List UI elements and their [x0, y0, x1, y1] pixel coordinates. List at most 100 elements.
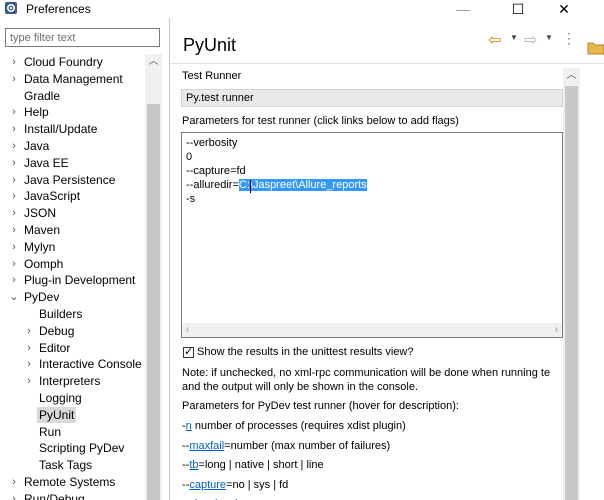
- tree-scrollbar-thumb[interactable]: [147, 104, 160, 500]
- collapsed-chevron-icon[interactable]: ›: [24, 356, 34, 372]
- collapsed-chevron-icon[interactable]: ›: [9, 172, 19, 188]
- show-results-label[interactable]: Show the results in the unittest results…: [197, 346, 413, 358]
- text-cursor-icon: [250, 180, 251, 193]
- tree-item-label: Mylyn: [24, 239, 56, 254]
- collapsed-chevron-icon[interactable]: ›: [9, 155, 19, 171]
- page-scrollbar[interactable]: ︿: [563, 68, 580, 500]
- tree-item-label: Java EE: [24, 155, 69, 170]
- tree-item-label: Java: [24, 139, 50, 153]
- flag-description: number of processes (requires xdist plug…: [191, 420, 406, 432]
- tree-item-label: Oomph: [24, 256, 64, 271]
- collapsed-chevron-icon[interactable]: ›: [9, 104, 19, 120]
- back-history-dropdown-icon[interactable]: ▼: [510, 33, 518, 42]
- tree-item-label: Remote Systems: [24, 475, 116, 489]
- tree-item-label: Run: [39, 424, 62, 439]
- collapsed-chevron-icon[interactable]: ›: [9, 54, 19, 70]
- scroll-up-icon[interactable]: ︿: [145, 54, 162, 70]
- params-horizontal-scrollbar[interactable]: ‹ ›: [182, 323, 562, 337]
- params-line: --capture=fd: [186, 165, 246, 177]
- note-line-2: and the output will only be shown in the…: [182, 381, 419, 393]
- flag-row: --tb=long | native | short | line: [182, 459, 324, 471]
- checkmark-icon: ✓: [184, 346, 194, 358]
- close-icon: ✕: [558, 1, 570, 17]
- eclipse-gear-icon: [5, 2, 17, 14]
- scroll-right-icon[interactable]: ›: [555, 323, 558, 337]
- selected-path-text[interactable]: C:\Jaspreet\Allure_reports: [238, 179, 367, 191]
- tree-item-label: Scripting PyDev: [39, 441, 125, 456]
- tree-item-label: Help: [24, 105, 49, 120]
- note-line-1: Note: if unchecked, no xml-rpc communica…: [182, 367, 551, 379]
- tree-item-label: Install/Update: [24, 122, 98, 137]
- minimize-button[interactable]: —: [440, 0, 486, 18]
- view-menu-icon[interactable]: ⋮: [562, 30, 576, 47]
- collapsed-chevron-icon[interactable]: ›: [24, 323, 34, 339]
- close-button[interactable]: ✕: [541, 0, 587, 18]
- tree-item-label: Debug: [39, 323, 75, 338]
- back-arrow-icon[interactable]: ⇦: [488, 30, 501, 50]
- tree-item-label: PyUnit: [37, 406, 77, 423]
- alluredir-flag: --alluredir=: [186, 179, 239, 191]
- page-title: PyUnit: [183, 35, 237, 55]
- show-results-checkbox[interactable]: ✓: [183, 346, 194, 358]
- title-bar: Preferences — ☐ ✕: [0, 0, 604, 18]
- test-runner-label: Test Runner: [182, 70, 242, 82]
- collapsed-chevron-icon[interactable]: ›: [24, 373, 34, 389]
- tree-item-label: JSON: [24, 206, 57, 221]
- tree-item-label: Java Persistence: [24, 172, 116, 187]
- collapsed-chevron-icon[interactable]: ›: [9, 71, 19, 87]
- collapsed-chevron-icon[interactable]: ›: [24, 340, 34, 356]
- scroll-left-icon[interactable]: ‹: [186, 323, 189, 337]
- flag-description: =no | sys | fd: [226, 478, 289, 491]
- tree-item-label: Task Tags: [39, 458, 93, 473]
- page-scrollbar-thumb[interactable]: [565, 86, 578, 500]
- maximize-icon: ☐: [511, 1, 525, 17]
- scroll-up-icon[interactable]: ︿: [563, 68, 580, 84]
- tree-item-label: Plug-in Development: [24, 273, 136, 288]
- tree-item-label: Editor: [39, 340, 71, 355]
- tree-item-label: Interactive Console: [39, 357, 142, 372]
- forward-arrow-icon[interactable]: ⇨: [524, 30, 537, 50]
- params-line: 0: [186, 151, 193, 163]
- collapsed-chevron-icon[interactable]: ›: [9, 239, 19, 255]
- pydev-params-label: Parameters for PyDev test runner (hover …: [182, 400, 459, 412]
- tree-item-label: Maven: [24, 223, 61, 237]
- params-line: --verbosity: [186, 137, 238, 149]
- tree-item-label: JavaScript: [24, 189, 81, 204]
- preferences-tree-panel: › Cloud Foundry › Data Management Gradle › Hel…: [0, 18, 169, 500]
- pyunit-page: PyUnit ⇦ ▼ ⇨ ▼ ⋮ Test Runner Py.test run…: [170, 18, 604, 500]
- collapsed-chevron-icon[interactable]: ›: [9, 222, 19, 238]
- flag-row: --capture=no | sys | fd: [182, 479, 288, 491]
- tree-item-label: Logging: [39, 391, 82, 405]
- forward-history-dropdown-icon[interactable]: ▼: [545, 33, 553, 42]
- collapsed-chevron-icon[interactable]: ›: [9, 491, 19, 500]
- collapsed-chevron-icon[interactable]: ›: [9, 474, 19, 490]
- tree-item-label: Data Management: [24, 71, 123, 86]
- params-textarea[interactable]: --verbosity 0 --capture=fd --alluredir=C…: [181, 132, 563, 338]
- tree-item-label: Gradle: [24, 88, 61, 103]
- collapsed-chevron-icon[interactable]: ›: [9, 205, 19, 221]
- flag-link[interactable]: maxfail: [189, 440, 224, 452]
- collapsed-chevron-icon[interactable]: ›: [9, 256, 19, 272]
- tree-item-label: Run/Debug: [24, 491, 85, 500]
- tree-item-label: Builders: [39, 307, 83, 321]
- filter-input[interactable]: [5, 28, 160, 47]
- header-divider: [170, 63, 604, 64]
- collapsed-chevron-icon[interactable]: ›: [9, 138, 19, 154]
- minimize-icon: —: [456, 1, 470, 17]
- window-title: Preferences: [26, 2, 91, 16]
- tree-item-label: Cloud Foundry: [24, 55, 103, 69]
- collapsed-chevron-icon[interactable]: ›: [9, 188, 19, 204]
- expanded-chevron-icon[interactable]: ⌄: [9, 289, 19, 305]
- flag-description: =long | native | short | line: [198, 459, 324, 471]
- maximize-button[interactable]: ☐: [495, 0, 541, 18]
- flag-description: =number (max number of failures): [224, 439, 391, 452]
- collapsed-chevron-icon[interactable]: ›: [9, 272, 19, 288]
- params-label: Parameters for test runner (click links …: [182, 115, 459, 127]
- test-runner-select[interactable]: Py.test runner: [181, 89, 563, 107]
- collapsed-chevron-icon[interactable]: ›: [9, 121, 19, 137]
- flag-row: --maxfail=number (max number of failures…: [182, 440, 390, 452]
- params-line: -s: [186, 193, 196, 205]
- tree-scrollbar[interactable]: ︿: [145, 54, 162, 500]
- flag-link[interactable]: tb: [189, 459, 198, 471]
- flag-link[interactable]: capture: [189, 479, 226, 491]
